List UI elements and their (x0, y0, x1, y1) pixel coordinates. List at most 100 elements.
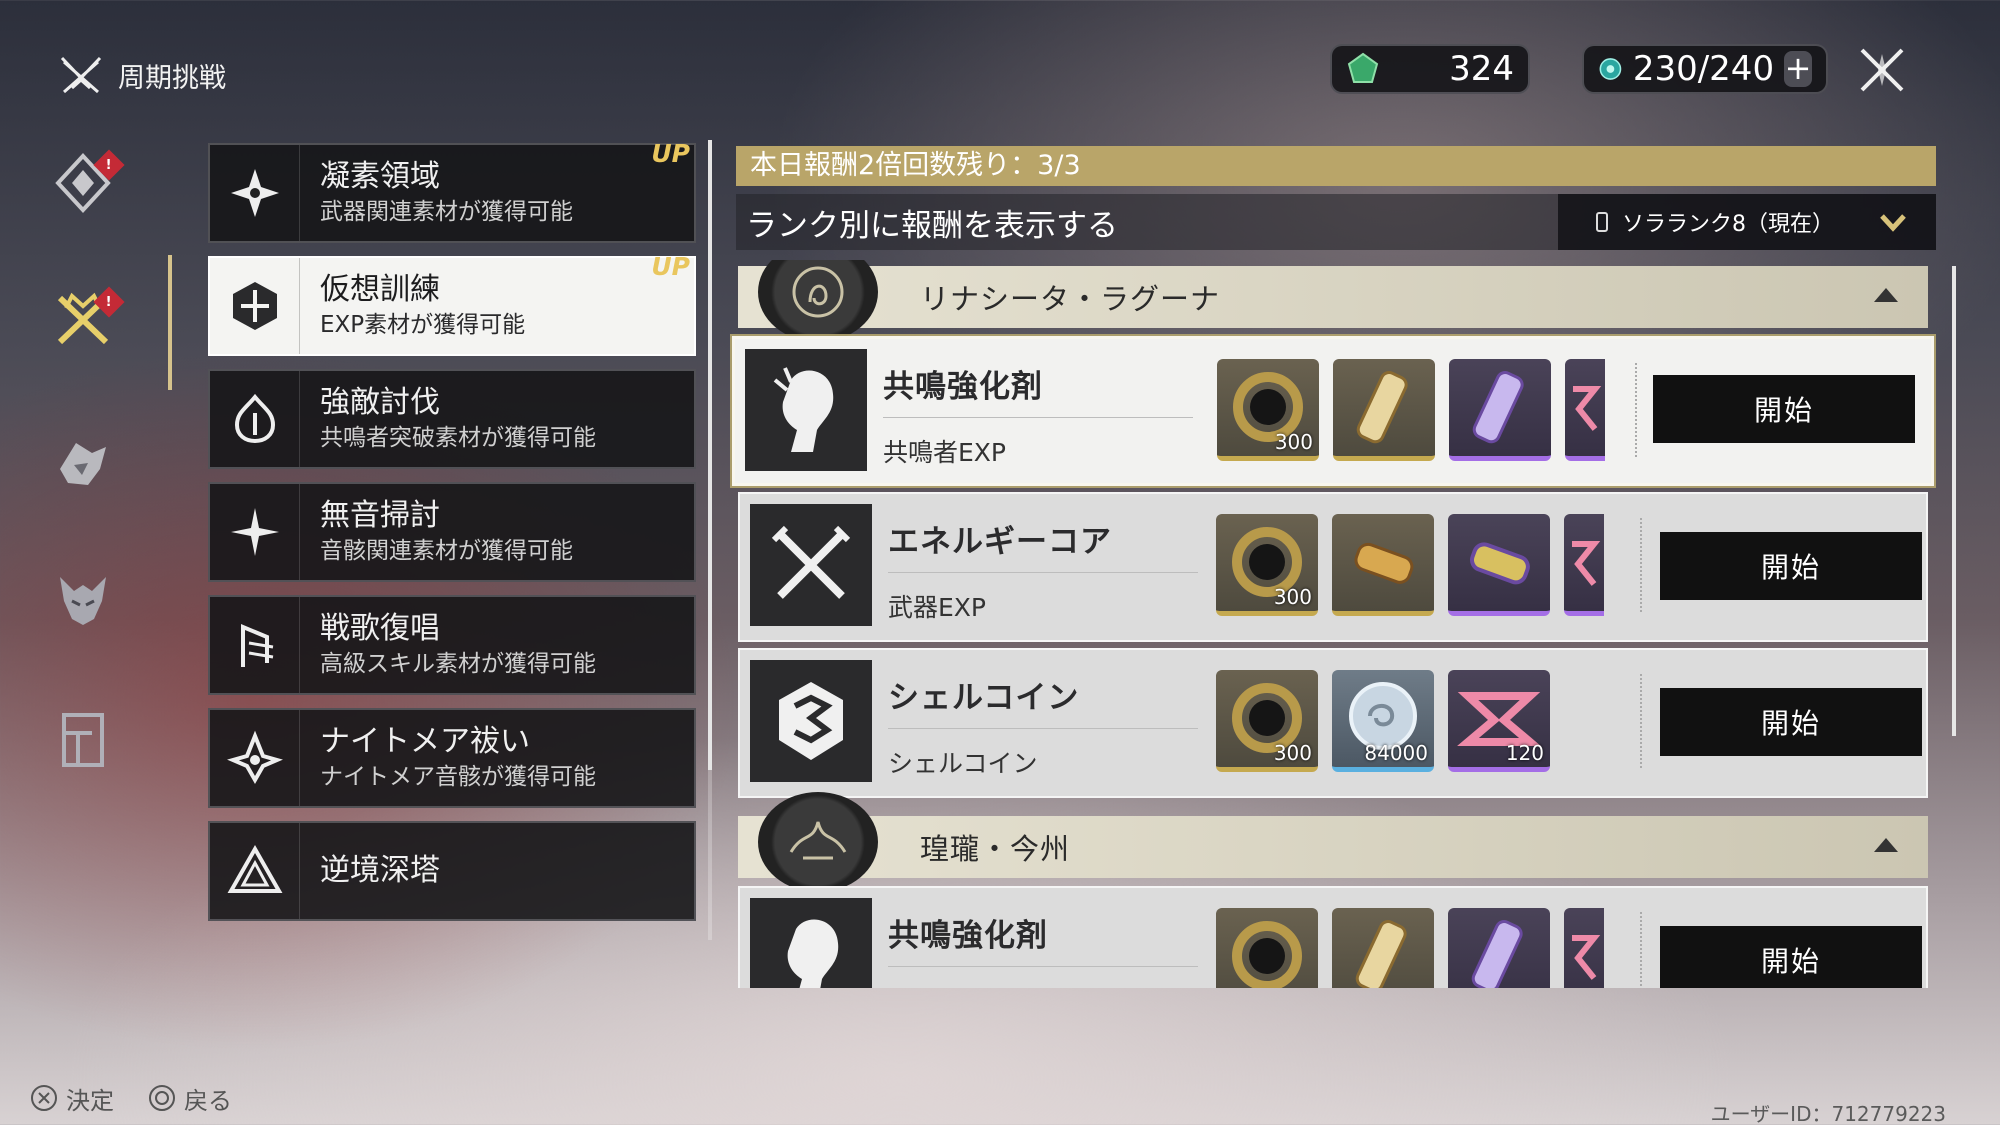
row-divider (888, 966, 1198, 967)
menu-item-kyoteki-toubatsu[interactable]: 強敵討伐共鳴者突破素材が獲得可能 (208, 369, 696, 469)
rail-tab-4[interactable] (48, 565, 118, 635)
row-name: 共鳴強化剤 (883, 369, 1043, 405)
row-divider (888, 572, 1198, 573)
add-waveplate-button[interactable]: + (1784, 51, 1812, 87)
menu-item-name: 強敵討伐 (320, 385, 440, 420)
tower-gate-icon (62, 713, 104, 767)
menu-item-sub: 音骸関連素材が獲得可能 (320, 538, 573, 564)
double-reward-banner: 本日報酬2倍回数残り：3/3 (736, 146, 1936, 186)
group-name: 瑝瓏・今州 (920, 832, 1071, 866)
menu-item-name: 凝素領域 (320, 159, 440, 194)
reward-row[interactable]: 共鳴強化剤 開始 (738, 886, 1928, 988)
energy-core-purple-icon (1469, 542, 1530, 585)
menu-item-muon-soutou[interactable]: 無音掃討音骸関連素材が獲得可能 (208, 482, 696, 582)
sparkle-star-icon (230, 508, 279, 556)
potion-vial-purple-icon (1472, 371, 1524, 444)
start-button[interactable]: 開始 (1660, 532, 1922, 600)
reward-item[interactable]: 300 (1217, 359, 1319, 461)
reward-item[interactable]: 300 (1216, 670, 1318, 772)
start-button[interactable]: 開始 (1660, 688, 1922, 756)
pink-emblem-icon (1572, 541, 1601, 586)
menu-item-senka-fukushou[interactable]: 戦歌復唱 高級スキル素材が獲得可能 (208, 595, 696, 695)
collapse-icon[interactable] (1874, 838, 1898, 852)
close-icon (1860, 48, 1904, 92)
cross-button-icon (31, 1085, 57, 1111)
footer-back-hint[interactable]: 戻る (148, 1082, 232, 1115)
footer-confirm-hint[interactable]: 決定 (30, 1082, 114, 1115)
menu-icon-wrap (210, 484, 300, 580)
reward-item[interactable]: 300 (1216, 514, 1318, 616)
rank-filter-row: ランク別に報酬を表示する ソラランク8（現在） (736, 194, 1936, 250)
group-header-rinascita[interactable]: リナシータ・ラグーナ (738, 260, 1928, 342)
nightmare-flame-icon (226, 730, 283, 785)
reward-row[interactable]: 共鳴強化剤 共鳴者EXP 300 開始 (732, 336, 1934, 486)
row-separator (1640, 674, 1642, 768)
rail-tab-5[interactable] (48, 705, 118, 775)
reward-list-scrollbar[interactable] (1952, 266, 1956, 736)
shell-credit-icon (750, 660, 872, 782)
menu-item-nightmare[interactable]: ナイトメア祓い ナイトメア音骸が獲得可能 (208, 708, 696, 808)
reward-list[interactable]: リナシータ・ラグーナ 共鳴強化剤 共鳴者EXP 300 開始 エネルギーコア 武… (730, 260, 1940, 988)
row-divider (888, 728, 1198, 729)
crossed-swords-crown-icon (60, 56, 102, 94)
currency-waveplate[interactable]: 230/240 + (1582, 44, 1828, 94)
reward-item[interactable] (1332, 514, 1434, 616)
menu-scrollbar[interactable] (708, 140, 712, 940)
menu-item-gyakkyou-shintou[interactable]: 逆境深塔 (208, 821, 696, 921)
reward-row[interactable]: シェルコイン シェルコイン 300 84000 120 開始 (738, 648, 1928, 798)
menu-item-sub: 共鳴者突破素材が獲得可能 (320, 425, 596, 451)
reward-item-peek[interactable] (1564, 514, 1604, 616)
menu-item-sub: EXP素材が獲得可能 (320, 312, 526, 338)
row-separator (1640, 518, 1642, 612)
row-sub: 武器EXP (888, 593, 986, 622)
row-name: シェルコイン (888, 680, 1080, 716)
back-label: 戻る (184, 1086, 232, 1115)
reward-item-peek[interactable] (1565, 359, 1605, 461)
reward-item[interactable] (1332, 908, 1434, 988)
menu-item-name: ナイトメア祓い (320, 724, 530, 759)
item-qty: 120 (1505, 741, 1544, 765)
demon-mask-icon (60, 577, 106, 625)
hex-gem-icon (232, 282, 277, 330)
reward-item[interactable] (1449, 359, 1551, 461)
crystal-cluster-icon (230, 169, 279, 217)
confirm-label: 決定 (66, 1086, 114, 1115)
reward-item[interactable] (1448, 908, 1550, 988)
menu-icon-wrap (210, 597, 300, 693)
row-sub: シェルコイン (888, 749, 1038, 778)
group-header-jinzhou[interactable]: 瑝瓏・今州 (738, 792, 1928, 892)
reward-item[interactable] (1333, 359, 1435, 461)
menu-item-kaso-kunren[interactable]: 仮想訓練 EXP素材が獲得可能 UP (208, 252, 696, 356)
flame-crest-icon (234, 393, 275, 444)
rail-tab-3[interactable] (48, 428, 118, 498)
collapse-icon[interactable] (1874, 288, 1898, 302)
currency-crystal[interactable]: 324 (1330, 44, 1530, 94)
rank-label: ランク別に報酬を表示する (746, 207, 1118, 244)
reward-item[interactable] (1448, 514, 1550, 616)
close-button[interactable] (1852, 40, 1912, 100)
rail-tab-1[interactable]: ! (48, 148, 125, 218)
reward-item[interactable] (1216, 908, 1318, 988)
reward-item-peek[interactable] (1564, 908, 1604, 988)
reward-item[interactable]: 120 (1448, 670, 1550, 772)
triangle-tower-icon (227, 844, 282, 893)
crossed-swords-icon (750, 504, 872, 626)
menu-item-name: 無音掃討 (320, 498, 440, 533)
up-badge: UP (651, 139, 690, 168)
item-qty: 84000 (1364, 741, 1428, 765)
pink-emblem-icon (1572, 935, 1601, 980)
rank-dropdown-value: ソラランク8（現在） (1622, 212, 1834, 237)
reward-row[interactable]: エネルギーコア 武器EXP 300 開始 (738, 492, 1928, 642)
reward-item[interactable]: 84000 (1332, 670, 1434, 772)
start-button[interactable]: 開始 (1653, 375, 1915, 443)
start-button[interactable]: 開始 (1660, 926, 1922, 988)
row-separator (1640, 912, 1642, 988)
rank-dropdown[interactable]: ソラランク8（現在） (1558, 194, 1936, 250)
green-crystal-icon (1347, 52, 1379, 83)
user-id: ユーザーID：712779223 (1710, 1102, 1946, 1125)
rail-tab-2[interactable]: ! (48, 285, 125, 355)
group-name: リナシータ・ラグーナ (920, 282, 1221, 316)
menu-item-ning-su[interactable]: 凝素領域 武器関連素材が獲得可能 UP (208, 139, 696, 243)
menu-item-name: 仮想訓練 (320, 272, 440, 307)
menu-icon-wrap (210, 258, 300, 354)
